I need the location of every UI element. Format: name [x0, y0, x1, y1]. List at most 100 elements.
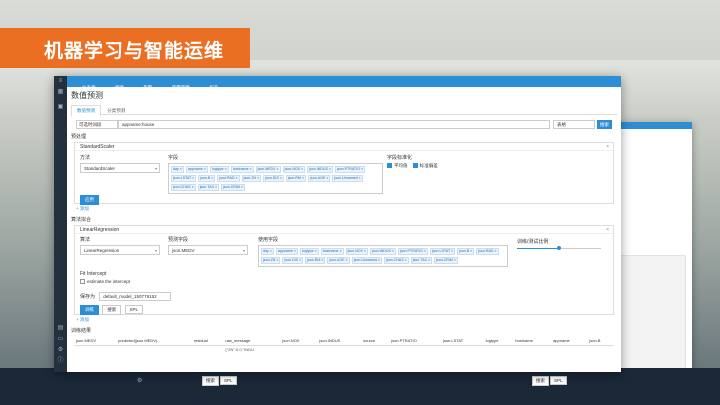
field-tag[interactable]: json.MEDV ×	[255, 166, 281, 173]
back-spl-button[interactable]: SPL	[220, 376, 237, 385]
time-range-select[interactable]: 可选时间段	[76, 120, 118, 129]
results-table: json.MEDV predicted(json.MEDV) residual raw…	[74, 336, 614, 353]
back-spl-button-2[interactable]: SPL	[550, 376, 567, 385]
search-button-2[interactable]: 搜索	[102, 305, 122, 315]
menu-icon[interactable]: ≡	[54, 76, 67, 87]
column-header[interactable]: json.INDUS	[317, 336, 362, 346]
column-header[interactable]: hostname	[513, 336, 552, 346]
used-field-tag[interactable]: json.B ×	[457, 248, 475, 255]
field-tag[interactable]: json.INDUS ×	[307, 166, 334, 173]
tab-classification[interactable]: 分类预测	[102, 106, 130, 116]
table-cell	[441, 346, 484, 354]
field-tag[interactable]: day ×	[171, 166, 184, 173]
used-field-tag[interactable]: logtype ×	[300, 248, 319, 255]
spl-input[interactable]: appname:house	[118, 120, 550, 129]
search-button[interactable]: 搜索	[597, 120, 612, 129]
column-header[interactable]: json.MEDV	[74, 336, 117, 346]
std-checkbox[interactable]	[412, 163, 418, 169]
field-tag[interactable]: json.CRIM ×	[221, 184, 245, 191]
used-field-tag[interactable]: json.CRIM ×	[434, 257, 458, 264]
doc-icon[interactable]: ▣	[54, 102, 67, 113]
table-cell	[484, 346, 514, 354]
used-field-tag[interactable]: hostname ×	[320, 248, 344, 255]
used-field-tag[interactable]: json.RM ×	[305, 257, 326, 264]
grid-icon[interactable]: ▦	[54, 87, 67, 98]
fields-tag-box[interactable]: day × appname × logtype × hostname × json.ME…	[168, 163, 383, 194]
column-header[interactable]: residual	[191, 336, 224, 346]
used-field-tag[interactable]: json.INDUS ×	[370, 248, 396, 255]
split-slider-knob[interactable]	[557, 246, 561, 250]
field-tag[interactable]: json.Unnamed ×	[332, 175, 363, 182]
column-header[interactable]: json.NOX	[280, 336, 318, 346]
mean-checkbox[interactable]	[387, 163, 392, 169]
field-tag[interactable]: json.TAX ×	[197, 184, 220, 191]
close-icon[interactable]: ×	[606, 144, 609, 150]
content: 数值预测 数值预测 分类预测 可选时间段 appname:house 表格 搜索…	[71, 90, 617, 370]
close-icon[interactable]: ×	[606, 227, 609, 233]
used-field-tag[interactable]: json.AGE ×	[327, 257, 350, 264]
used-field-tag[interactable]: json.DIS ×	[282, 257, 304, 264]
add-preprocess-link[interactable]: + 添加	[76, 206, 617, 212]
field-tag[interactable]: json.B ×	[198, 175, 216, 182]
used-field-tag[interactable]: json.ZN ×	[261, 257, 281, 264]
target-col: 预测字段 json.MEDV ▾	[168, 236, 248, 255]
used-field-tag[interactable]: json.CHAS ×	[384, 257, 409, 264]
intercept-checkbox[interactable]	[80, 279, 85, 285]
column-header[interactable]: logtype	[483, 336, 514, 346]
field-tag[interactable]: json.DIS ×	[263, 175, 284, 182]
used-field-tag[interactable]: day ×	[261, 248, 274, 255]
train-button[interactable]: 训练	[80, 305, 99, 315]
mode-select[interactable]: 表格	[553, 120, 595, 129]
column-header[interactable]: json.B	[587, 336, 614, 346]
back-search-button-2[interactable]: 搜索	[532, 376, 549, 386]
field-tag[interactable]: json.ZN ×	[241, 175, 262, 182]
used-field-tag[interactable]: appname ×	[275, 248, 298, 255]
field-tag[interactable]: json.CHAS ×	[171, 184, 196, 191]
column-header[interactable]: predicted(json.MEDV)	[116, 336, 192, 346]
chevron-down-icon: ▾	[154, 166, 157, 171]
method-select[interactable]: StandardScaler ▾	[80, 163, 160, 173]
field-tag[interactable]: json.RAD ×	[217, 175, 240, 182]
used-field-tag[interactable]: json.Unnamed ×	[351, 257, 383, 264]
apply-button[interactable]: 应用	[80, 195, 99, 205]
fields-col: 字段 day × appname × logtype × hostname × json…	[168, 154, 383, 194]
used-field-tag[interactable]: json.NOX ×	[345, 248, 369, 255]
column-header[interactable]: json.PTRATIO	[389, 336, 441, 346]
preprocess-panel: StandardScaler × 方法 StandardScaler ▾ 字段 d…	[74, 142, 614, 205]
used-field-tag[interactable]: json.RAD ×	[476, 248, 499, 255]
gear-icon[interactable]: ⚙	[54, 345, 67, 356]
algo-select[interactable]: LinearRegression ▾	[80, 245, 160, 255]
column-header[interactable]: source	[361, 336, 390, 346]
field-tag[interactable]: hostname ×	[230, 166, 254, 173]
target-select[interactable]: json.MEDV ▾	[168, 245, 248, 255]
gear-icon[interactable]: ⚙	[137, 377, 142, 384]
field-tag[interactable]: json.PTRATIO ×	[335, 166, 366, 173]
add-algorithm-link[interactable]: + 添加	[76, 317, 617, 323]
back-search-button[interactable]: 搜索	[202, 376, 219, 386]
column-header[interactable]: raw_message	[223, 336, 281, 346]
table-cell	[389, 346, 441, 354]
field-tag[interactable]: appname ×	[185, 166, 208, 173]
monitor-icon[interactable]: ▭	[54, 334, 67, 345]
time-range-value: 可选时间段	[79, 122, 102, 127]
chart-icon[interactable]: ▤	[54, 323, 67, 334]
tab-numeric-prediction[interactable]: 数值预测	[71, 105, 101, 117]
field-tag[interactable]: json.NOX ×	[282, 166, 306, 173]
algorithm-panel: LinearRegression × 算法 LinearRegression ▾ …	[74, 225, 614, 315]
fit-col: Fit Intercept estimate the intercept	[80, 271, 230, 285]
field-tag[interactable]: json.RM ×	[285, 175, 307, 182]
used-fields-tag-box[interactable]: day × appname × logtype × hostname × json.NO…	[258, 245, 508, 267]
spl-button[interactable]: SPL	[124, 305, 144, 314]
field-tag[interactable]: logtype ×	[210, 166, 229, 173]
column-header[interactable]: json.LSTAT	[440, 336, 484, 346]
field-tag[interactable]: json.AGE ×	[308, 175, 331, 182]
field-tag[interactable]: json.LSTAT ×	[171, 175, 197, 182]
split-label: 训练/测试比例	[517, 239, 549, 245]
column-header[interactable]: appname	[551, 336, 588, 346]
info-icon[interactable]: ⓘ	[54, 356, 67, 367]
used-field-tag[interactable]: json.PTRATIO ×	[397, 248, 428, 255]
used-field-tag[interactable]: json.LSTAT ×	[429, 248, 456, 255]
save-name-input[interactable]: default_model_150779162	[99, 292, 172, 301]
used-field-tag[interactable]: json.TAX ×	[410, 257, 433, 264]
results-header-row: json.MEDV predicted(json.MEDV) residual raw…	[74, 336, 614, 346]
